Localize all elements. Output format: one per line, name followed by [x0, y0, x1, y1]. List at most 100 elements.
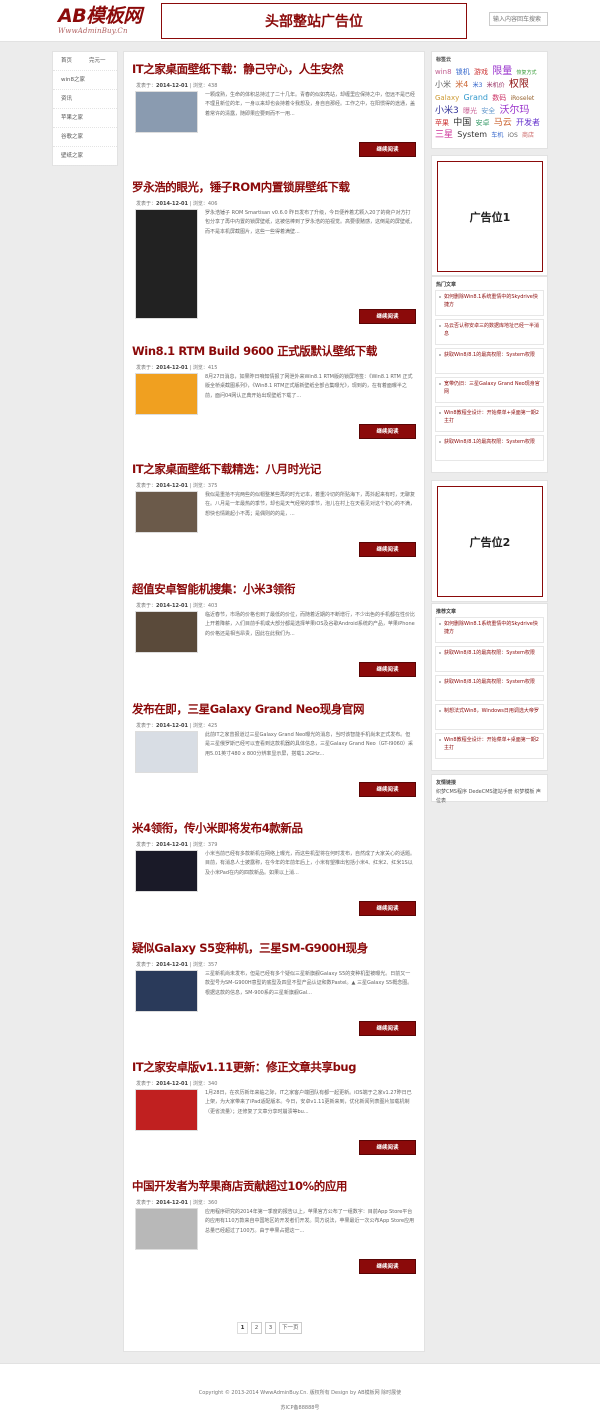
hot-article-item[interactable]: 获取Win8/8.1的最高权限：System权限 — [435, 348, 544, 374]
tag-link[interactable]: 恢复方式 — [517, 70, 537, 76]
page-link[interactable]: 1 — [237, 1322, 248, 1334]
nav-item[interactable]: 壁纸之家 — [53, 147, 117, 166]
article-thumbnail[interactable] — [135, 91, 198, 133]
read-more-button[interactable]: 继续阅读 — [359, 1259, 416, 1274]
article-title[interactable]: 发布在即，三星Galaxy Grand Neo现身官网 — [132, 702, 418, 716]
read-more-button[interactable]: 继续阅读 — [359, 142, 416, 157]
site-logo[interactable]: AB模板网 WwwAdminBuy.Cn — [58, 6, 154, 38]
hot-article-item[interactable]: 如何删除Win8.1系统重情中的Skydrive快捷方 — [435, 290, 544, 316]
article-thumbnail[interactable] — [135, 850, 198, 892]
friend-links-box: 友情链接 织梦CMS程序 DedeCMS建站手册 织梦模板 声位表 — [431, 774, 548, 804]
top-banner-ad[interactable]: 头部整站广告位 — [161, 3, 467, 39]
tag-link[interactable]: 限量 — [492, 66, 512, 77]
tag-link[interactable]: 安全 — [481, 107, 495, 115]
read-more-button[interactable]: 继续阅读 — [359, 782, 416, 797]
article-date: 2014-12-01 — [156, 483, 188, 489]
hot-article-item[interactable]: 获取Win8/8.1的最高权限：System权限 — [435, 435, 544, 461]
recommended-article-item[interactable]: 获取Win8/8.1的最高权限：System权限 — [435, 675, 544, 701]
article-title[interactable]: 米4领衔，传小米即将发布4款新品 — [132, 821, 418, 835]
next-page-link[interactable]: 下一页 — [279, 1322, 302, 1334]
article-meta: 发表于：2014-12-01 | 浏览：379 — [136, 841, 217, 848]
tag-link[interactable]: 米3 — [473, 82, 483, 89]
read-more-button[interactable]: 继续阅读 — [359, 901, 416, 916]
article-thumbnail[interactable] — [135, 209, 198, 319]
article-meta: 发表于：2014-12-01 | 浏览：425 — [136, 722, 217, 729]
tag-link[interactable]: 米机价 — [487, 82, 505, 89]
tag-link[interactable]: Galaxy — [435, 94, 459, 102]
article-excerpt: 三星新机尚未发布，但是已经有多个疑似三星新旗舰Galaxy S5的变种机型被曝光… — [205, 971, 413, 996]
tag-link[interactable]: 小米3 — [435, 106, 459, 116]
nav-item[interactable]: 资讯 — [53, 90, 117, 109]
article-thumbnail[interactable] — [135, 611, 198, 653]
recommended-article-item[interactable]: Win8教程全设计：开始菜单+桌面第一期2主打 — [435, 733, 544, 759]
recommended-article-item[interactable]: 获取Win8/8.1的最高权限：System权限 — [435, 646, 544, 672]
tag-link[interactable]: 苹果 — [435, 119, 449, 127]
article-thumbnail[interactable] — [135, 1089, 198, 1131]
article-excerpt: 罗永浩锤子 ROM Smartisan v0.6.0 昨日发布了升级，今日便养着… — [205, 210, 416, 235]
tag-link[interactable]: 安卓 — [475, 119, 489, 127]
read-more-button[interactable]: 继续阅读 — [359, 309, 416, 324]
article-thumbnail[interactable] — [135, 491, 198, 533]
article-views: 浏览：415 — [192, 365, 218, 371]
tag-link[interactable]: 小米 — [435, 80, 451, 89]
friend-links[interactable]: 织梦CMS程序 DedeCMS建站手册 织梦模板 声位表 — [432, 786, 547, 807]
article-excerpt: 8月27日消息，如果昨日咱知情报了网泄外来Win8.1 RTM版的锁屏地签：《W… — [205, 374, 413, 399]
tag-link[interactable]: 马云 — [494, 118, 512, 128]
article-author-label: 发表于： — [136, 365, 157, 371]
tag-link[interactable]: Grand — [463, 93, 488, 102]
article-title[interactable]: 疑似Galaxy S5变种机，三星SM-G900H现身 — [132, 941, 418, 955]
article-title[interactable]: IT之家桌面壁纸下载精选：八月时光记 — [132, 462, 418, 476]
article-thumbnail[interactable] — [135, 731, 198, 773]
tag-link[interactable]: 米4 — [455, 80, 468, 89]
tag-link[interactable]: iRoselet — [510, 95, 534, 102]
recommended-list: 如何删除Win8.1系统重情中的Skydrive快捷方 获取Win8/8.1的最高… — [432, 617, 547, 759]
article-excerpt: 此前IT之家曾报道过三星Galaxy Grand Neo曝光的消息，当时该智能手… — [205, 732, 413, 757]
page-link[interactable]: 3 — [265, 1322, 276, 1334]
tag-link[interactable]: 曝光 — [463, 107, 477, 115]
read-more-button[interactable]: 继续阅读 — [359, 1140, 416, 1155]
article-title[interactable]: 罗永浩的眼光，锤子ROM内置锁屏壁纸下载 — [132, 180, 418, 194]
tag-link[interactable]: 权限 — [509, 79, 529, 90]
article-thumbnail[interactable] — [135, 373, 198, 415]
tag-link[interactable]: win8 — [435, 68, 452, 76]
nav-item[interactable]: win8之家 — [53, 71, 117, 90]
article-meta: 发表于：2014-12-01 | 浏览：403 — [136, 602, 217, 609]
tag-link[interactable]: 沃尔玛 — [499, 105, 529, 116]
hot-article-item[interactable]: 宽带仍旧：三星Galaxy Grand Neo现身官网 — [435, 377, 544, 403]
article-thumbnail[interactable] — [135, 970, 198, 1012]
nav-item-sub[interactable]: 完元一 — [89, 52, 106, 71]
tag-link[interactable]: 数码 — [492, 94, 506, 102]
tag-link[interactable]: 中国 — [453, 118, 471, 128]
tag-link[interactable]: 游戏 — [474, 68, 488, 76]
article-date: 2014-12-01 — [156, 201, 188, 207]
recommended-article-item[interactable]: 制想法式Win8，Windows日用调选大帝罗 — [435, 704, 544, 730]
recommended-article-item[interactable]: 如何删除Win8.1系统重情中的Skydrive快捷方 — [435, 617, 544, 643]
nav-item[interactable]: 首页 完元一 — [53, 52, 117, 71]
nav-item[interactable]: 谷歌之家 — [53, 128, 117, 147]
tag-link[interactable]: System — [457, 130, 487, 139]
page-link[interactable]: 2 — [251, 1322, 262, 1334]
nav-item[interactable]: 苹果之家 — [53, 109, 117, 128]
article-title[interactable]: IT之家桌面壁纸下载：静己守心，人生安然 — [132, 62, 418, 76]
read-more-button[interactable]: 继续阅读 — [359, 424, 416, 439]
tag-link[interactable]: 商店 — [522, 132, 534, 139]
search-input[interactable] — [489, 12, 548, 26]
read-more-button[interactable]: 继续阅读 — [359, 1021, 416, 1036]
article-title[interactable]: 中国开发者为苹果商店贡献超过10%的应用 — [132, 1179, 418, 1193]
article-author-label: 发表于： — [136, 1200, 157, 1206]
article-title[interactable]: Win8.1 RTM Build 9600 正式版默认壁纸下载 — [132, 344, 418, 358]
tag-link[interactable]: 开发者 — [516, 118, 540, 127]
sidebar-ad-1[interactable]: 广告位1 — [437, 161, 543, 272]
hot-article-item[interactable]: 马云否认称安卓三的数据库地址已经一半消息 — [435, 319, 544, 345]
sidebar-ad-2[interactable]: 广告位2 — [437, 486, 543, 597]
read-more-button[interactable]: 继续阅读 — [359, 662, 416, 677]
tag-link[interactable]: 锁机 — [456, 68, 470, 76]
article-thumbnail[interactable] — [135, 1208, 198, 1250]
article-title[interactable]: IT之家安卓版v1.11更新：修正文章共享bug — [132, 1060, 418, 1074]
article-title[interactable]: 超值安卓智能机搜集：小米3领衔 — [132, 582, 418, 596]
read-more-button[interactable]: 继续阅读 — [359, 542, 416, 557]
tag-link[interactable]: iOS — [508, 132, 518, 139]
tag-link[interactable]: 车机 — [491, 132, 503, 139]
tag-link[interactable]: 三星 — [435, 130, 453, 140]
hot-article-item[interactable]: Win8教程全设计：开始菜单+桌面第一期2主打 — [435, 406, 544, 432]
